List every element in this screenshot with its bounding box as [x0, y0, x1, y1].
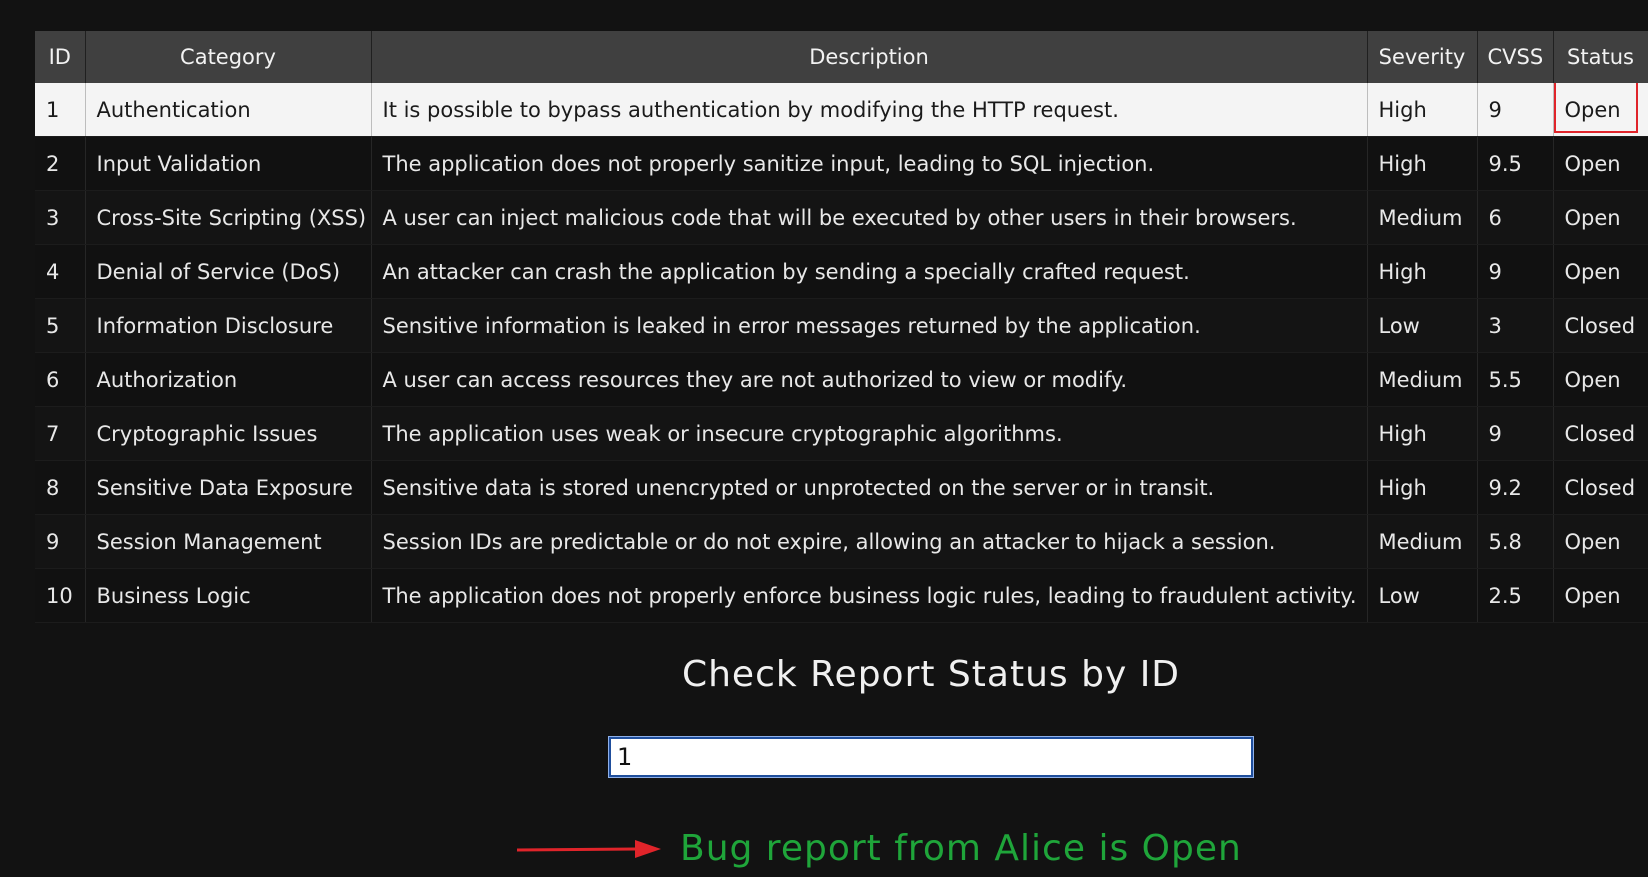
cell-id: 3 [35, 190, 86, 245]
table-row[interactable]: 3 Cross-Site Scripting (XSS) A user can … [35, 190, 1648, 245]
cell-category: Information Disclosure [85, 298, 372, 353]
cell-description: The application uses weak or insecure cr… [371, 406, 1368, 461]
cell-severity: High [1367, 83, 1478, 137]
cell-severity: High [1367, 460, 1478, 515]
table-row[interactable]: 7 Cryptographic Issues The application u… [35, 406, 1648, 461]
cell-description: It is possible to bypass authentication … [371, 83, 1368, 137]
report-id-input[interactable] [608, 736, 1254, 778]
table-header-row: ID Category Description Severity CVSS St… [35, 31, 1648, 83]
cell-status: Closed [1553, 298, 1648, 353]
right-arrow-icon [517, 840, 661, 858]
cell-id: 5 [35, 298, 86, 353]
cell-cvss: 9.5 [1477, 136, 1554, 191]
cell-category: Authentication [85, 83, 372, 137]
cell-cvss: 9 [1477, 83, 1554, 137]
cell-cvss: 9 [1477, 406, 1554, 461]
cell-category: Input Validation [85, 136, 372, 191]
cell-status: Open [1553, 568, 1648, 623]
page: ID Category Description Severity CVSS St… [0, 0, 1648, 877]
cell-description: The application does not properly enforc… [371, 568, 1368, 623]
cell-status: Open [1553, 190, 1648, 245]
cell-severity: Low [1367, 298, 1478, 353]
table-row[interactable]: 4 Denial of Service (DoS) An attacker ca… [35, 244, 1648, 299]
cell-severity: Medium [1367, 190, 1478, 245]
column-header-description[interactable]: Description [371, 31, 1368, 83]
cell-id: 6 [35, 352, 86, 407]
table-row[interactable]: 9 Session Management Session IDs are pre… [35, 514, 1648, 569]
cell-description: A user can inject malicious code that wi… [371, 190, 1368, 245]
cell-severity: Low [1367, 568, 1478, 623]
cell-category: Authorization [85, 352, 372, 407]
cell-status-highlighted: Open [1553, 83, 1648, 137]
cell-id: 1 [35, 83, 86, 137]
table-row[interactable]: 1 Authentication It is possible to bypas… [35, 83, 1648, 137]
cell-status: Closed [1553, 460, 1648, 515]
cell-id: 7 [35, 406, 86, 461]
cell-cvss: 6 [1477, 190, 1554, 245]
cell-description: Session IDs are predictable or do not ex… [371, 514, 1368, 569]
cell-description: A user can access resources they are not… [371, 352, 1368, 407]
cell-id: 2 [35, 136, 86, 191]
cell-severity: High [1367, 406, 1478, 461]
column-header-status[interactable]: Status [1553, 31, 1648, 83]
table-row[interactable]: 10 Business Logic The application does n… [35, 568, 1648, 623]
cell-description: Sensitive data is stored unencrypted or … [371, 460, 1368, 515]
check-status-heading: Check Report Status by ID [681, 654, 1181, 695]
column-header-category[interactable]: Category [85, 31, 372, 83]
column-header-severity[interactable]: Severity [1367, 31, 1478, 83]
cell-status: Open [1553, 136, 1648, 191]
cell-severity: High [1367, 136, 1478, 191]
status-result-text: Bug report from Alice is Open [680, 828, 1242, 869]
cell-cvss: 9 [1477, 244, 1554, 299]
table-row[interactable]: 8 Sensitive Data Exposure Sensitive data… [35, 460, 1648, 515]
cell-id: 9 [35, 514, 86, 569]
cell-id: 8 [35, 460, 86, 515]
cell-cvss: 2.5 [1477, 568, 1554, 623]
cell-description: The application does not properly saniti… [371, 136, 1368, 191]
cell-status: Open [1553, 514, 1648, 569]
cell-severity: High [1367, 244, 1478, 299]
cell-description: An attacker can crash the application by… [371, 244, 1368, 299]
cell-description: Sensitive information is leaked in error… [371, 298, 1368, 353]
cell-cvss: 5.5 [1477, 352, 1554, 407]
column-header-cvss[interactable]: CVSS [1477, 31, 1554, 83]
cell-category: Session Management [85, 514, 372, 569]
bug-report-table: ID Category Description Severity CVSS St… [35, 31, 1648, 623]
cell-id: 10 [35, 568, 86, 623]
column-header-id[interactable]: ID [35, 31, 86, 83]
cell-id: 4 [35, 244, 86, 299]
cell-category: Cross-Site Scripting (XSS) [85, 190, 372, 245]
cell-status: Open [1564, 97, 1621, 122]
cell-status: Closed [1553, 406, 1648, 461]
cell-severity: Medium [1367, 514, 1478, 569]
cell-status: Open [1553, 352, 1648, 407]
table-row[interactable]: 2 Input Validation The application does … [35, 136, 1648, 191]
cell-severity: Medium [1367, 352, 1478, 407]
table-row[interactable]: 6 Authorization A user can access resour… [35, 352, 1648, 407]
table-row[interactable]: 5 Information Disclosure Sensitive infor… [35, 298, 1648, 353]
cell-category: Denial of Service (DoS) [85, 244, 372, 299]
cell-status: Open [1553, 244, 1648, 299]
cell-category: Cryptographic Issues [85, 406, 372, 461]
cell-category: Sensitive Data Exposure [85, 460, 372, 515]
cell-cvss: 5.8 [1477, 514, 1554, 569]
cell-cvss: 3 [1477, 298, 1554, 353]
cell-cvss: 9.2 [1477, 460, 1554, 515]
cell-category: Business Logic [85, 568, 372, 623]
